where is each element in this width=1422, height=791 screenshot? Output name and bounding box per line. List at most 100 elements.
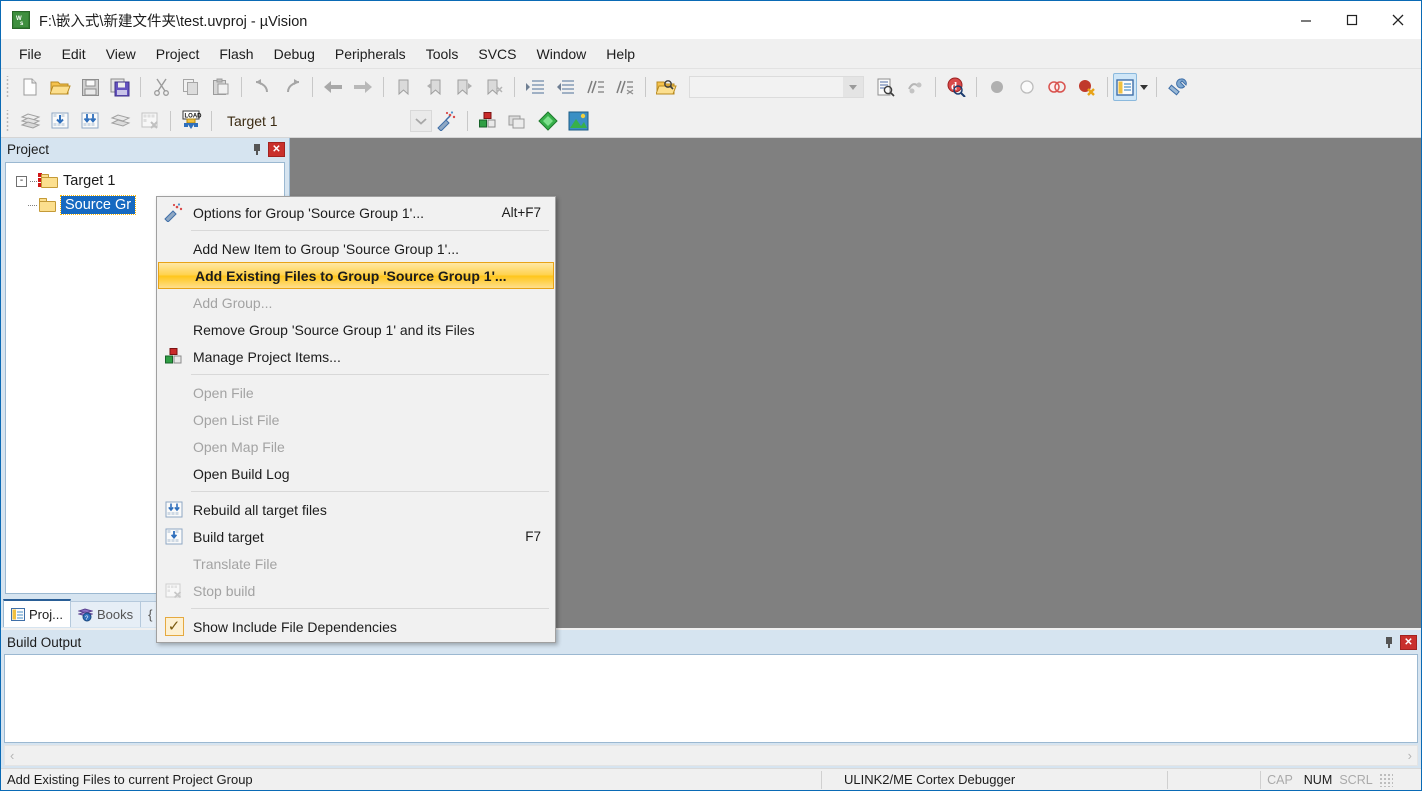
close-icon[interactable]: ✕ bbox=[1400, 634, 1417, 650]
close-icon[interactable]: ✕ bbox=[268, 141, 285, 157]
toolbar-separator bbox=[140, 77, 141, 97]
context-menu-item-label: Open Build Log bbox=[193, 465, 290, 482]
context-menu-item-label: Remove Group 'Source Group 1' and its Fi… bbox=[193, 321, 475, 338]
menu-item-project[interactable]: Project bbox=[146, 42, 210, 66]
uvision-window: W s F:\嵌入式\新建文件夹\test.uvproj - µVision F… bbox=[0, 0, 1422, 791]
enable-breakpoint-icon[interactable] bbox=[1012, 73, 1042, 101]
chevron-down-icon[interactable] bbox=[843, 77, 863, 97]
menu-item-help[interactable]: Help bbox=[596, 42, 645, 66]
chevron-left-icon[interactable]: ‹ bbox=[10, 748, 14, 763]
menu-item-flash[interactable]: Flash bbox=[209, 42, 263, 66]
browse-symbol-icon[interactable]: d bbox=[941, 73, 971, 101]
minimize-icon[interactable] bbox=[1283, 1, 1329, 39]
context-menu-item-options-for-group[interactable]: Options for Group 'Source Group 1'... Al… bbox=[157, 199, 555, 226]
outdent-icon[interactable] bbox=[550, 73, 580, 101]
manage-project-items-icon[interactable] bbox=[473, 107, 503, 135]
cut-icon[interactable] bbox=[146, 73, 176, 101]
chevron-right-icon[interactable]: › bbox=[1408, 748, 1412, 763]
translate-file-icon[interactable] bbox=[15, 107, 45, 135]
navigate-back-icon[interactable] bbox=[318, 73, 348, 101]
new-file-icon[interactable] bbox=[15, 73, 45, 101]
context-menu-item-build-target[interactable]: Build target F7 bbox=[157, 523, 555, 550]
target-options-icon[interactable] bbox=[432, 107, 462, 135]
toolbar-separator bbox=[1107, 77, 1108, 97]
window-layout-icon[interactable] bbox=[1113, 73, 1137, 101]
target-folder-icon bbox=[38, 173, 58, 188]
menu-item-window[interactable]: Window bbox=[527, 42, 597, 66]
bookmark-prev-icon[interactable] bbox=[419, 73, 449, 101]
close-icon[interactable] bbox=[1375, 1, 1421, 39]
navigate-forward-icon[interactable] bbox=[348, 73, 378, 101]
window-title: F:\嵌入式\新建文件夹\test.uvproj - µVision bbox=[39, 13, 308, 30]
stop-build-icon[interactable] bbox=[135, 107, 165, 135]
open-file-icon[interactable] bbox=[45, 73, 75, 101]
manage-run-time-env-icon[interactable] bbox=[563, 107, 593, 135]
resize-grip[interactable] bbox=[1379, 772, 1393, 787]
tree-item-target[interactable]: - Target 1 bbox=[6, 169, 284, 193]
context-menu-item-open-map-file: Open Map File bbox=[157, 433, 555, 460]
build-output-hscrollbar[interactable]: ‹ › bbox=[4, 745, 1418, 766]
context-menu-item-label: Manage Project Items... bbox=[193, 348, 341, 365]
menu-item-peripherals[interactable]: Peripherals bbox=[325, 42, 416, 66]
context-menu-item-label: Add Existing Files to Group 'Source Grou… bbox=[195, 267, 507, 284]
bookmark-next-icon[interactable] bbox=[449, 73, 479, 101]
find-in-files-icon[interactable] bbox=[651, 73, 681, 101]
incremental-find-icon[interactable] bbox=[900, 73, 930, 101]
checkbox-checked-icon[interactable]: ✓ bbox=[164, 617, 184, 636]
context-menu-item-manage-project-items[interactable]: Manage Project Items... bbox=[157, 343, 555, 370]
context-menu-item-open-build-log[interactable]: Open Build Log bbox=[157, 460, 555, 487]
menu-item-view[interactable]: View bbox=[96, 42, 146, 66]
search-combo[interactable] bbox=[689, 76, 864, 98]
status-indicator-cap: CAP bbox=[1267, 772, 1293, 787]
paste-icon[interactable] bbox=[206, 73, 236, 101]
tab-project[interactable]: Proj... bbox=[3, 599, 71, 627]
configure-icon[interactable] bbox=[1162, 73, 1192, 101]
insert-breakpoint-icon[interactable] bbox=[982, 73, 1012, 101]
redo-icon[interactable] bbox=[277, 73, 307, 101]
maximize-icon[interactable] bbox=[1329, 1, 1375, 39]
rebuild-all-icon[interactable] bbox=[75, 107, 105, 135]
context-menu-item-label: Add Group... bbox=[193, 294, 273, 311]
build-output-text[interactable] bbox=[4, 654, 1418, 743]
save-all-icon[interactable] bbox=[105, 73, 135, 101]
context-menu: Options for Group 'Source Group 1'... Al… bbox=[156, 196, 556, 643]
find-icon[interactable] bbox=[870, 73, 900, 101]
build-target-icon[interactable] bbox=[45, 107, 75, 135]
uncomment-icon[interactable] bbox=[610, 73, 640, 101]
bookmark-toggle-icon[interactable] bbox=[389, 73, 419, 101]
indent-icon[interactable] bbox=[520, 73, 550, 101]
build-output-panel: Build Output ✕ ‹ › bbox=[1, 630, 1421, 769]
kill-all-breakpoints-icon[interactable] bbox=[1072, 73, 1102, 101]
menu-item-debug[interactable]: Debug bbox=[264, 42, 325, 66]
expander-icon[interactable]: - bbox=[16, 175, 27, 187]
disable-all-breakpoints-icon[interactable] bbox=[1042, 73, 1072, 101]
chevron-down-icon[interactable] bbox=[1137, 73, 1151, 101]
tab-books[interactable]: ? Books bbox=[69, 601, 142, 627]
comment-icon[interactable] bbox=[580, 73, 610, 101]
status-indicator-num: NUM bbox=[1303, 772, 1333, 787]
undo-icon[interactable] bbox=[247, 73, 277, 101]
menu-item-svcs[interactable]: SVCS bbox=[468, 42, 526, 66]
context-menu-item-add-new-item[interactable]: Add New Item to Group 'Source Group 1'..… bbox=[157, 235, 555, 262]
pin-icon[interactable] bbox=[1381, 635, 1396, 650]
target-selector[interactable]: Target 1 bbox=[217, 107, 432, 134]
toolbar-grip[interactable] bbox=[4, 76, 13, 98]
pack-installer-icon[interactable] bbox=[533, 107, 563, 135]
context-menu-item-rebuild-all-target-files[interactable]: Rebuild all target files bbox=[157, 496, 555, 523]
context-menu-item-show-include-file-dependencies[interactable]: ✓ Show Include File Dependencies bbox=[157, 613, 555, 640]
batch-build-icon[interactable] bbox=[105, 107, 135, 135]
context-menu-item-add-existing-files[interactable]: Add Existing Files to Group 'Source Grou… bbox=[158, 262, 554, 289]
menu-item-edit[interactable]: Edit bbox=[52, 42, 96, 66]
context-menu-item-label: Show Include File Dependencies bbox=[193, 618, 397, 635]
bookmark-clear-icon[interactable] bbox=[479, 73, 509, 101]
menu-item-tools[interactable]: Tools bbox=[416, 42, 469, 66]
download-icon[interactable]: LOAD bbox=[176, 107, 206, 135]
pin-icon[interactable] bbox=[249, 142, 264, 157]
copy-icon[interactable] bbox=[176, 73, 206, 101]
context-menu-item-remove-group[interactable]: Remove Group 'Source Group 1' and its Fi… bbox=[157, 316, 555, 343]
save-icon[interactable] bbox=[75, 73, 105, 101]
menu-item-file[interactable]: File bbox=[9, 42, 52, 66]
manage-multi-project-icon[interactable] bbox=[503, 107, 533, 135]
toolbar-grip[interactable] bbox=[4, 109, 13, 132]
chevron-down-icon[interactable] bbox=[410, 109, 432, 132]
